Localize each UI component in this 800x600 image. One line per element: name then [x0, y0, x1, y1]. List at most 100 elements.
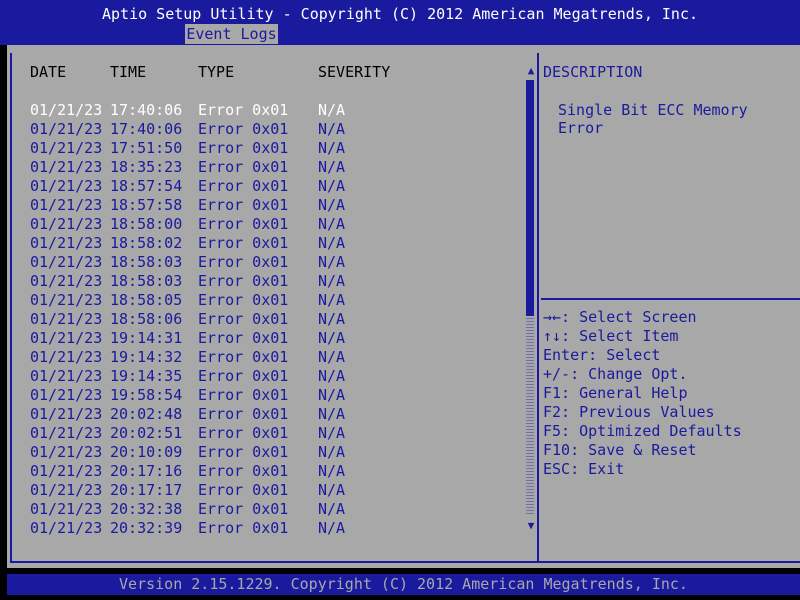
event-type: Error 0x01	[198, 348, 289, 366]
event-log-row[interactable]: 01/21/23 17:40:06 Error 0x01 N/A	[7, 120, 517, 139]
event-time: 17:40:06	[110, 101, 183, 119]
event-date: 01/21/23	[30, 462, 103, 480]
event-log-row[interactable]: 01/21/23 18:57:58 Error 0x01 N/A	[7, 196, 517, 215]
event-severity: N/A	[318, 158, 346, 176]
event-date: 01/21/23	[30, 234, 103, 252]
event-date: 01/21/23	[30, 500, 103, 518]
event-date: 01/21/23	[30, 120, 103, 138]
event-date: 01/21/23	[30, 177, 103, 195]
scroll-up-arrow-icon[interactable]: ▲	[524, 64, 538, 77]
event-log-row[interactable]: 01/21/23 18:58:03 Error 0x01 N/A	[7, 253, 517, 272]
event-log-row[interactable]: 01/21/23 18:57:54 Error 0x01 N/A	[7, 177, 517, 196]
event-log-row[interactable]: 01/21/23 18:35:23 Error 0x01 N/A	[7, 158, 517, 177]
event-log-row[interactable]: 01/21/23 20:02:48 Error 0x01 N/A	[7, 405, 517, 424]
event-log-row[interactable]: 01/21/23 19:58:54 Error 0x01 N/A	[7, 386, 517, 405]
event-severity: N/A	[318, 462, 346, 480]
app-title: Aptio Setup Utility - Copyright (C) 2012…	[101, 5, 699, 23]
version-footer: Version 2.15.1229. Copyright (C) 2012 Am…	[7, 574, 800, 595]
event-log-row[interactable]: 01/21/23 19:14:32 Error 0x01 N/A	[7, 348, 517, 367]
event-type: Error 0x01	[198, 443, 289, 461]
event-severity: N/A	[318, 177, 346, 195]
event-date: 01/21/23	[30, 367, 103, 385]
event-type: Error 0x01	[198, 310, 289, 328]
event-time: 19:14:35	[110, 367, 183, 385]
event-date: 01/21/23	[30, 272, 103, 290]
event-log-row[interactable]: 01/21/23 19:14:35 Error 0x01 N/A	[7, 367, 517, 386]
help-item: +/-: Change Opt.	[543, 365, 688, 383]
help-item: Enter: Select	[543, 346, 661, 364]
event-log-row[interactable]: 01/21/23 19:14:31 Error 0x01 N/A	[7, 329, 517, 348]
event-severity: N/A	[318, 367, 346, 385]
event-type: Error 0x01	[198, 481, 289, 499]
event-time: 18:57:54	[110, 177, 183, 195]
event-type: Error 0x01	[198, 386, 289, 404]
event-date: 01/21/23	[30, 519, 103, 537]
description-text: Single Bit ECC Memory Error	[558, 101, 748, 137]
event-severity: N/A	[318, 519, 346, 537]
event-time: 19:58:54	[110, 386, 183, 404]
event-log-row[interactable]: 01/21/23 17:40:06 Error 0x01 N/A	[7, 101, 517, 120]
event-date: 01/21/23	[30, 196, 103, 214]
event-time: 20:32:38	[110, 500, 183, 518]
event-log-row[interactable]: 01/21/23 18:58:06 Error 0x01 N/A	[7, 310, 517, 329]
event-date: 01/21/23	[30, 348, 103, 366]
event-severity: N/A	[318, 500, 346, 518]
panel-border-bottom	[10, 561, 800, 563]
event-log-row[interactable]: 01/21/23 18:58:02 Error 0x01 N/A	[7, 234, 517, 253]
event-log-row[interactable]: 01/21/23 20:32:39 Error 0x01 N/A	[7, 519, 517, 538]
event-type: Error 0x01	[198, 196, 289, 214]
event-log-row[interactable]: 01/21/23 20:32:38 Error 0x01 N/A	[7, 500, 517, 519]
event-date: 01/21/23	[30, 158, 103, 176]
event-severity: N/A	[318, 405, 346, 423]
event-date: 01/21/23	[30, 329, 103, 347]
event-log-row[interactable]: 01/21/23 20:17:17 Error 0x01 N/A	[7, 481, 517, 500]
event-type: Error 0x01	[198, 158, 289, 176]
event-time: 19:14:32	[110, 348, 183, 366]
help-divider	[541, 298, 800, 300]
event-type: Error 0x01	[198, 253, 289, 271]
event-time: 19:14:31	[110, 329, 183, 347]
event-type: Error 0x01	[198, 177, 289, 195]
event-severity: N/A	[318, 234, 346, 252]
event-date: 01/21/23	[30, 443, 103, 461]
tab-event-logs[interactable]: Event Logs	[185, 24, 278, 44]
event-log-row[interactable]: 01/21/23 18:58:05 Error 0x01 N/A	[7, 291, 517, 310]
scroll-down-arrow-icon[interactable]: ▼	[524, 519, 538, 532]
title-bar: Aptio Setup Utility - Copyright (C) 2012…	[0, 0, 800, 45]
event-severity: N/A	[318, 348, 346, 366]
event-severity: N/A	[318, 291, 346, 309]
event-log-row[interactable]: 01/21/23 18:58:03 Error 0x01 N/A	[7, 272, 517, 291]
event-log-row[interactable]: 01/21/23 18:58:00 Error 0x01 N/A	[7, 215, 517, 234]
event-type: Error 0x01	[198, 272, 289, 290]
main-panel: DATE TIME TYPE SEVERITY 01/21/23 17:40:06…	[7, 45, 800, 568]
event-time: 20:10:09	[110, 443, 183, 461]
event-type: Error 0x01	[198, 215, 289, 233]
event-date: 01/21/23	[30, 291, 103, 309]
event-log-row[interactable]: 01/21/23 17:51:50 Error 0x01 N/A	[7, 139, 517, 158]
scrollbar-thumb[interactable]	[526, 80, 534, 316]
event-type: Error 0x01	[198, 234, 289, 252]
help-item: ↑↓: Select Item	[543, 327, 679, 345]
event-date: 01/21/23	[30, 101, 103, 119]
event-log-row[interactable]: 01/21/23 20:17:16 Error 0x01 N/A	[7, 462, 517, 481]
event-time: 18:58:02	[110, 234, 183, 252]
event-time: 18:57:58	[110, 196, 183, 214]
event-time: 17:51:50	[110, 139, 183, 157]
event-date: 01/21/23	[30, 139, 103, 157]
event-type: Error 0x01	[198, 329, 289, 347]
event-log-row[interactable]: 01/21/23 20:02:51 Error 0x01 N/A	[7, 424, 517, 443]
event-date: 01/21/23	[30, 405, 103, 423]
event-time: 18:58:03	[110, 253, 183, 271]
column-header-type: TYPE	[198, 63, 235, 81]
event-type: Error 0x01	[198, 367, 289, 385]
event-date: 01/21/23	[30, 253, 103, 271]
event-log-row[interactable]: 01/21/23 20:10:09 Error 0x01 N/A	[7, 443, 517, 462]
event-time: 20:02:48	[110, 405, 183, 423]
help-item: →←: Select Screen	[543, 308, 697, 326]
event-severity: N/A	[318, 120, 346, 138]
event-severity: N/A	[318, 101, 346, 119]
event-type: Error 0x01	[198, 462, 289, 480]
event-severity: N/A	[318, 272, 346, 290]
event-time: 20:32:39	[110, 519, 183, 537]
event-date: 01/21/23	[30, 481, 103, 499]
